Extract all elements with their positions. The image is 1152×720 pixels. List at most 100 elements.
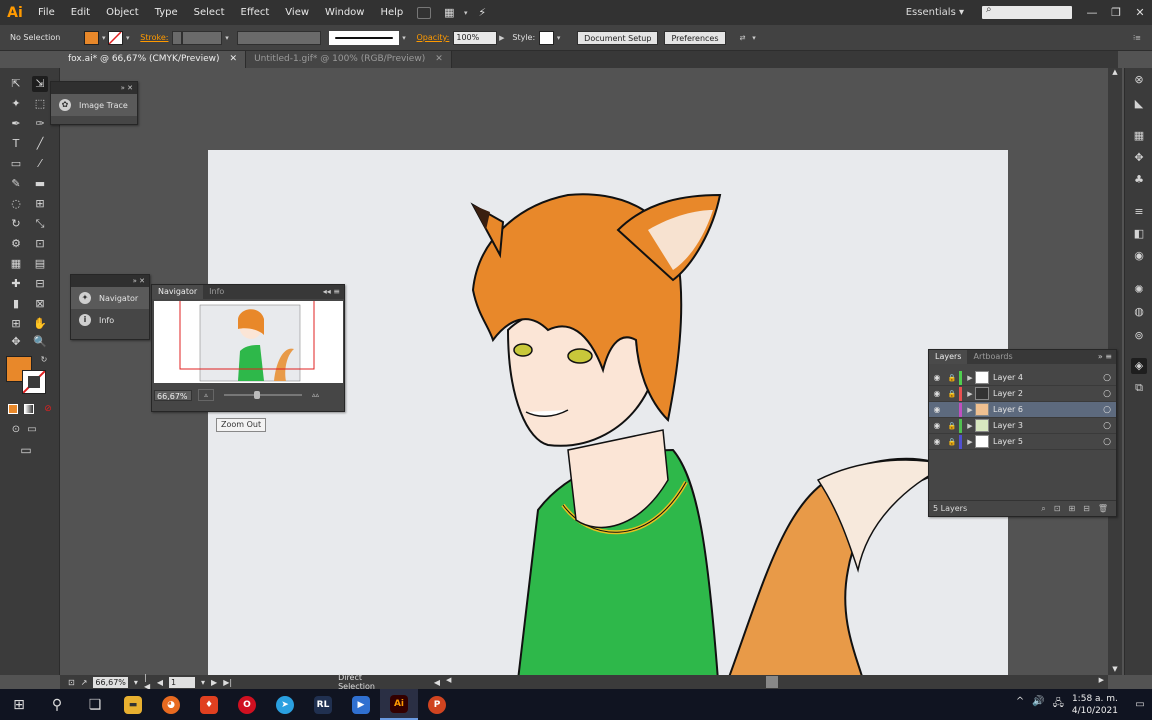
shape-builder-tool-icon[interactable]: ⚙ bbox=[8, 236, 24, 252]
delete-layer-icon[interactable]: 🗑 bbox=[1098, 504, 1108, 514]
search-input[interactable]: ⌕ bbox=[982, 4, 1072, 19]
status-dropdown[interactable]: ◀ bbox=[434, 678, 440, 687]
search-button[interactable]: ⚲ bbox=[38, 689, 76, 720]
variable-width-profile[interactable] bbox=[237, 30, 322, 45]
stroke-dropdown[interactable]: ▾ bbox=[123, 31, 132, 45]
panel-menu-icon[interactable]: ◂◂ ≡ bbox=[323, 285, 344, 299]
line-tool-icon[interactable]: ╱ bbox=[32, 136, 48, 152]
gradient-mode-icon[interactable] bbox=[24, 404, 34, 414]
stroke-color-swatch[interactable] bbox=[22, 370, 46, 394]
color-panel-icon[interactable]: ✺ bbox=[1131, 282, 1147, 298]
layer-name[interactable]: Layer 2 bbox=[993, 389, 1098, 398]
tab-artboards[interactable]: Artboards bbox=[967, 350, 1018, 364]
lock-icon[interactable]: 🔒 bbox=[945, 374, 959, 382]
paintbrush-tool-icon[interactable]: ⁄ bbox=[32, 156, 48, 172]
menu-view[interactable]: View bbox=[277, 0, 317, 25]
last-artboard-icon[interactable]: ▶| bbox=[223, 678, 232, 687]
mesh-tool-icon[interactable]: ▦ bbox=[8, 256, 24, 272]
gradient-tool-icon[interactable]: ▤ bbox=[32, 256, 48, 272]
layer-name[interactable]: Layer 6 bbox=[993, 405, 1098, 414]
next-artboard-icon[interactable]: ▶ bbox=[211, 678, 217, 687]
stroke-stepper[interactable] bbox=[172, 30, 183, 45]
layer-row[interactable]: ◉ 🔒 ▶ Layer 3 ○ bbox=[929, 418, 1116, 434]
zoom-slider[interactable] bbox=[224, 391, 302, 399]
transparency-icon[interactable]: ◉ bbox=[1131, 248, 1147, 264]
stroke-weight-dropdown[interactable]: ▾ bbox=[222, 31, 231, 45]
opacity-field[interactable]: 100% bbox=[453, 30, 498, 45]
task-view-button[interactable]: ❏ bbox=[76, 689, 114, 720]
tray-overflow-icon[interactable]: ^ bbox=[1016, 696, 1024, 713]
arrange-icon[interactable]: ⇄ bbox=[736, 31, 750, 45]
stroke-swatch[interactable] bbox=[108, 30, 124, 45]
selection-tool-icon[interactable]: ⇱ bbox=[8, 76, 24, 92]
menu-object[interactable]: Object bbox=[98, 0, 147, 25]
network-icon[interactable]: 🖧 bbox=[1053, 696, 1064, 713]
scale-tool-icon[interactable]: ⊞ bbox=[32, 196, 48, 212]
layer-row[interactable]: ◉ 🔒 ▶ Layer 2 ○ bbox=[929, 386, 1116, 402]
panel-header[interactable]: » ✕ bbox=[51, 82, 137, 94]
arrange-dropdown[interactable]: ▾ bbox=[750, 31, 759, 45]
layer-name[interactable]: Layer 5 bbox=[993, 437, 1098, 446]
control-bar-menu-icon[interactable]: ⁝≡ bbox=[1128, 31, 1146, 45]
zoom-tool-icon[interactable]: 🔍 bbox=[32, 334, 48, 350]
menu-type[interactable]: Type bbox=[147, 0, 186, 25]
symbol-sprayer-tool-icon[interactable]: ▮ bbox=[8, 296, 24, 312]
scroll-thumb[interactable] bbox=[766, 676, 778, 688]
opera-button[interactable]: O bbox=[228, 689, 266, 720]
notifications-icon[interactable]: ▭ bbox=[1128, 689, 1152, 720]
libraries-icon[interactable]: ⊚ bbox=[1131, 328, 1147, 344]
tab-close-icon[interactable]: ✕ bbox=[230, 51, 238, 68]
menu-window[interactable]: Window bbox=[317, 0, 372, 25]
free-transform-tool-icon[interactable]: ⤡ bbox=[32, 216, 48, 232]
navigator-panel-button[interactable]: ✦ Navigator bbox=[71, 287, 149, 309]
menu-select[interactable]: Select bbox=[186, 0, 233, 25]
preferences-button[interactable]: Preferences bbox=[664, 30, 726, 45]
eyedropper-tool-icon[interactable]: ✚ bbox=[8, 276, 24, 292]
target-icon[interactable]: ○ bbox=[1098, 405, 1116, 415]
layer-name[interactable]: Layer 3 bbox=[993, 421, 1098, 430]
pen-tool-icon[interactable]: ✒ bbox=[8, 116, 24, 132]
style-swatch[interactable] bbox=[539, 30, 555, 45]
rectangle-tool-icon[interactable]: ▭ bbox=[8, 156, 24, 172]
curvature-tool-icon[interactable]: ✑ bbox=[32, 116, 48, 132]
artboard-dropdown[interactable]: ▾ bbox=[201, 678, 205, 687]
screen-mode-icon[interactable]: ▭ bbox=[18, 442, 34, 458]
image-trace-button[interactable]: ✿ Image Trace bbox=[51, 94, 137, 116]
expand-arrow-icon[interactable]: ▶ bbox=[965, 422, 975, 430]
tab-fox-ai[interactable]: fox.ai* @ 66,67% (CMYK/Preview) ✕ bbox=[60, 51, 247, 68]
type-tool-icon[interactable]: T bbox=[8, 136, 24, 152]
new-sublayer-icon[interactable]: ⊞ bbox=[1068, 504, 1075, 514]
visibility-eye-icon[interactable]: ◉ bbox=[929, 373, 945, 382]
column-graph-tool-icon[interactable]: ⊠ bbox=[32, 296, 48, 312]
drawing-mode-icon[interactable]: ⊙ bbox=[8, 422, 24, 438]
scroll-left-icon[interactable]: ◀ bbox=[446, 676, 451, 684]
rotate-tool-icon[interactable]: ◌ bbox=[8, 196, 24, 212]
pencil-tool-icon[interactable]: ✎ bbox=[8, 176, 24, 192]
target-icon[interactable]: ○ bbox=[1098, 389, 1116, 399]
style-dropdown[interactable]: ▾ bbox=[554, 31, 563, 45]
blend-tool-icon[interactable]: ⊟ bbox=[32, 276, 48, 292]
minimize-button[interactable]: — bbox=[1080, 3, 1104, 23]
zoom-slider-handle[interactable] bbox=[254, 391, 260, 399]
navigator-thumbnail[interactable] bbox=[154, 301, 343, 383]
document-setup-button[interactable]: Document Setup bbox=[577, 30, 659, 45]
layers-dock-icon[interactable]: ◈ bbox=[1131, 358, 1147, 374]
scroll-right-icon[interactable]: ▶ bbox=[1099, 676, 1104, 684]
direct-selection-tool-icon[interactable]: ⇲ bbox=[32, 76, 48, 92]
tab-layers[interactable]: Layers bbox=[929, 350, 968, 364]
stroke-weight-field[interactable] bbox=[182, 30, 223, 45]
zoom-field[interactable]: 66,67% bbox=[93, 676, 128, 688]
panel-header[interactable]: » ✕ bbox=[71, 275, 149, 287]
artboard-tool-icon[interactable]: ⊞ bbox=[8, 316, 24, 332]
maximize-button[interactable]: ❐ bbox=[1104, 3, 1128, 23]
start-button[interactable]: ⊞ bbox=[0, 689, 38, 720]
swatches-icon[interactable]: ▦ bbox=[1131, 128, 1147, 144]
layer-row[interactable]: ◉ ▶ Layer 6 ○ bbox=[929, 402, 1116, 418]
opacity-label[interactable]: Opacity: bbox=[416, 33, 449, 42]
arrange-dropdown[interactable]: ▾ bbox=[461, 6, 470, 20]
lock-icon[interactable]: 🔒 bbox=[945, 438, 959, 446]
previous-artboard-icon[interactable]: ◀ bbox=[157, 678, 163, 687]
workspace-switcher[interactable]: Essentials ▾ bbox=[906, 7, 964, 18]
swap-fill-stroke-icon[interactable]: ↻ bbox=[36, 352, 52, 368]
rl-app-button[interactable]: RL bbox=[304, 689, 342, 720]
